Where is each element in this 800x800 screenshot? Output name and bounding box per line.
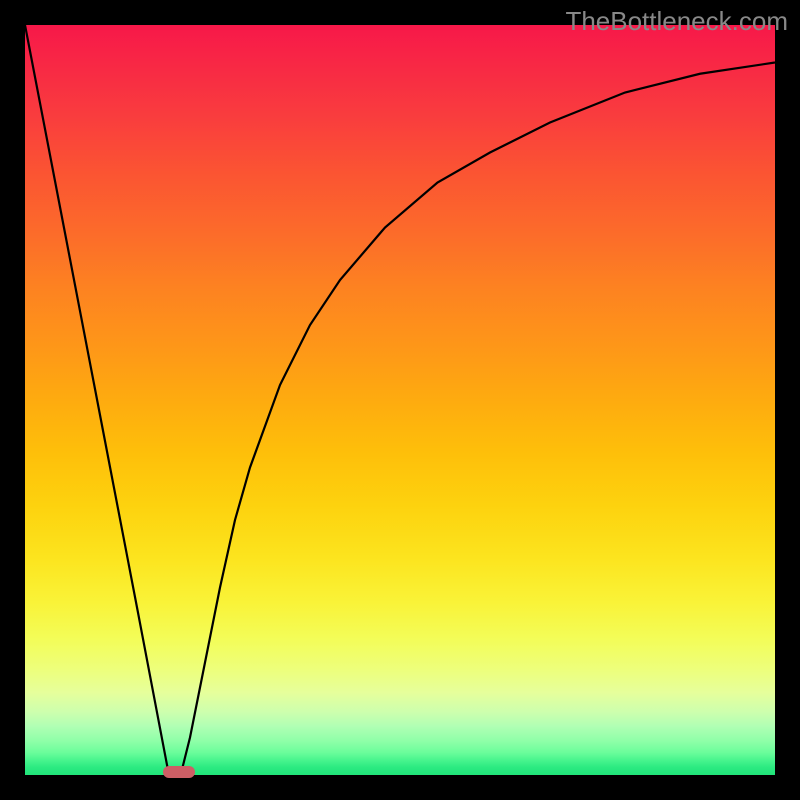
curve-svg — [25, 25, 775, 775]
plot-area — [25, 25, 775, 775]
bottleneck-curve — [25, 25, 775, 775]
watermark-text: TheBottleneck.com — [565, 6, 788, 37]
bottleneck-marker — [163, 766, 195, 778]
chart-container: TheBottleneck.com — [0, 0, 800, 800]
